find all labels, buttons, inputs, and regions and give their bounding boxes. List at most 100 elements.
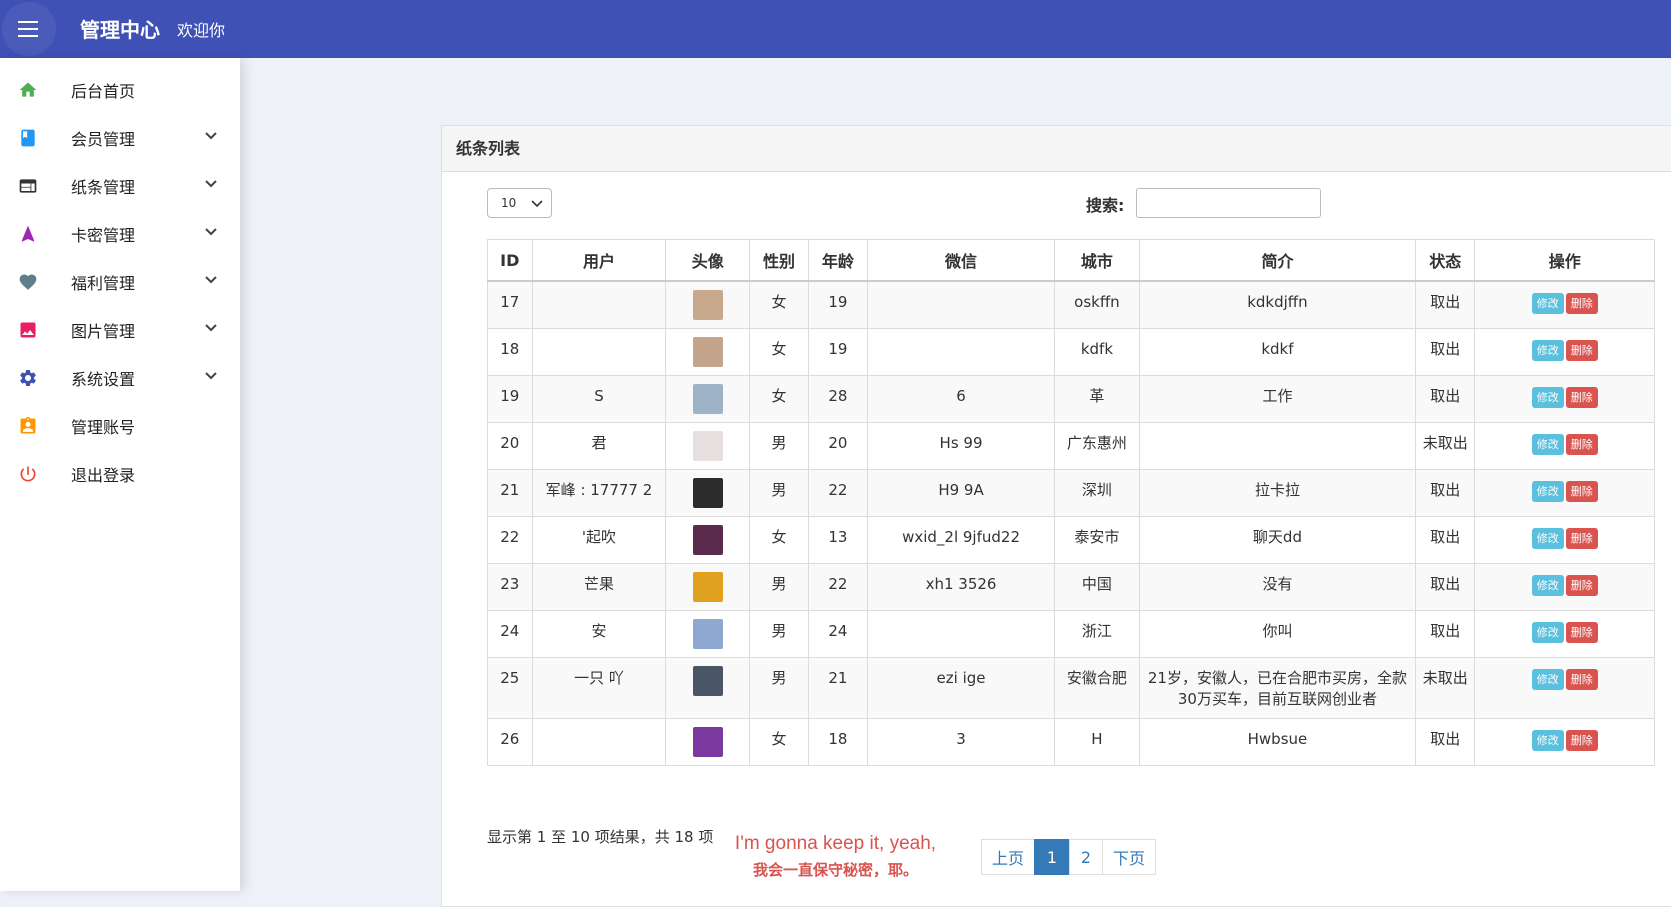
sidebar-item-members[interactable]: 会员管理 xyxy=(0,114,240,162)
cell-city: 浙江 xyxy=(1053,610,1140,658)
heart-icon xyxy=(18,272,38,292)
search-input[interactable] xyxy=(1136,188,1321,218)
delete-button[interactable]: 删除 xyxy=(1565,481,1598,502)
sidebar-item-label: 福利管理 xyxy=(71,274,136,293)
column-header[interactable]: ID xyxy=(487,239,533,282)
edit-button[interactable]: 修改 xyxy=(1531,622,1564,643)
avatar xyxy=(692,478,723,508)
delete-button[interactable]: 删除 xyxy=(1565,622,1598,643)
cell-age: 22 xyxy=(807,563,869,611)
edit-button[interactable]: 修改 xyxy=(1531,387,1564,408)
cell-gender: 女 xyxy=(749,328,809,376)
edit-button[interactable]: 修改 xyxy=(1531,434,1564,455)
avatar-cell xyxy=(665,563,751,611)
delete-button[interactable]: 删除 xyxy=(1565,293,1598,314)
cell-intro xyxy=(1138,422,1416,470)
chevron-down-icon xyxy=(531,200,543,208)
chevron-down-icon xyxy=(205,180,217,188)
edit-button[interactable]: 修改 xyxy=(1531,481,1564,502)
cell-gender: 男 xyxy=(749,657,809,719)
sidebar-item-images[interactable]: 图片管理 xyxy=(0,306,240,354)
chevron-down-icon xyxy=(205,324,217,332)
cell-city: kdfk xyxy=(1053,328,1140,376)
table-row: 20 君男 20 Hs 99 广东惠州 未取出 修改 删除 xyxy=(487,422,1655,470)
edit-button[interactable]: 修改 xyxy=(1531,575,1564,596)
actions-cell: 修改 删除 xyxy=(1474,328,1655,376)
delete-button[interactable]: 删除 xyxy=(1565,730,1598,751)
edit-button[interactable]: 修改 xyxy=(1531,730,1564,751)
search-label: 搜索: xyxy=(1086,196,1125,215)
avatar xyxy=(692,666,723,696)
delete-button[interactable]: 删除 xyxy=(1565,669,1598,690)
cell-city: 广东惠州 xyxy=(1053,422,1140,470)
cell-user xyxy=(531,328,667,376)
cell-user xyxy=(531,718,667,766)
cell-wechat: ezi ige xyxy=(867,657,1055,719)
column-header[interactable]: 用户 xyxy=(531,239,667,282)
avatar xyxy=(692,572,723,602)
column-header[interactable]: 年龄 xyxy=(807,239,869,282)
actions-cell: 修改 删除 xyxy=(1474,516,1655,564)
sidebar-item-cards[interactable]: 卡密管理 xyxy=(0,210,240,258)
cell-city: oskffn xyxy=(1053,280,1140,329)
welcome-text: 欢迎你 xyxy=(177,21,226,40)
table-row: 17 女 19 oskffn kdkdjffn 取出 修改 删除 xyxy=(487,280,1655,329)
delete-button[interactable]: 删除 xyxy=(1565,575,1598,596)
page-length-select[interactable]: 10 xyxy=(487,188,552,218)
column-header[interactable]: 性别 xyxy=(749,239,809,282)
cell-id: 20 xyxy=(487,422,533,470)
sidebar-item-notes[interactable]: 纸条管理 xyxy=(0,162,240,210)
column-header[interactable]: 状态 xyxy=(1414,239,1476,282)
column-header[interactable]: 简介 xyxy=(1138,239,1416,282)
cell-intro: 没有 xyxy=(1138,563,1416,611)
edit-button[interactable]: 修改 xyxy=(1531,528,1564,549)
avatar-cell xyxy=(665,516,751,564)
cell-age: 20 xyxy=(807,422,869,470)
cell-id: 24 xyxy=(487,610,533,658)
column-header[interactable]: 微信 xyxy=(867,239,1055,282)
cell-age: 18 xyxy=(807,718,869,766)
delete-button[interactable]: 删除 xyxy=(1565,387,1598,408)
sidebar-item-admin-account[interactable]: 管理账号 xyxy=(0,402,240,450)
notes-table: ID 用户 头像 性别 年龄 微信 城市 简介 状态 操作 17 女 19 oskff… xyxy=(487,239,1655,766)
cell-gender: 女 xyxy=(749,718,809,766)
cell-status: 未取出 xyxy=(1414,422,1476,470)
actions-cell: 修改 删除 xyxy=(1474,610,1655,658)
delete-button[interactable]: 删除 xyxy=(1565,340,1598,361)
sidebar-item-label: 图片管理 xyxy=(71,322,136,341)
edit-button[interactable]: 修改 xyxy=(1531,293,1564,314)
edit-button[interactable]: 修改 xyxy=(1531,669,1564,690)
column-header[interactable]: 头像 xyxy=(665,239,751,282)
cell-age: 22 xyxy=(807,469,869,517)
cell-id: 25 xyxy=(487,657,533,719)
delete-button[interactable]: 删除 xyxy=(1565,528,1598,549)
avatar xyxy=(692,431,723,461)
cell-age: 24 xyxy=(807,610,869,658)
cell-user: 安 xyxy=(531,610,667,658)
cell-intro: 拉卡拉 xyxy=(1138,469,1416,517)
menu-button[interactable] xyxy=(2,2,56,56)
actions-cell: 修改 删除 xyxy=(1474,718,1655,766)
sidebar-item-logout[interactable]: 退出登录 xyxy=(0,450,240,498)
cell-age: 19 xyxy=(807,328,869,376)
sidebar-item-dashboard[interactable]: 后台首页 xyxy=(0,66,240,114)
sidebar-item-settings[interactable]: 系统设置 xyxy=(0,354,240,402)
notes-panel: 纸条列表 10 搜索: ID 用户 头像 性别 年龄 微信 城市 简介 状态 操… xyxy=(441,125,1671,907)
sidebar-item-welfare[interactable]: 福利管理 xyxy=(0,258,240,306)
cell-city: 革 xyxy=(1053,375,1140,423)
column-header[interactable]: 城市 xyxy=(1053,239,1140,282)
cell-status: 取出 xyxy=(1414,610,1476,658)
cell-user: 军峰 : 17777 2 xyxy=(531,469,667,517)
table-body: 17 女 19 oskffn kdkdjffn 取出 修改 删除 18 女 19 kdfk kdkf 取出… xyxy=(487,280,1655,766)
cell-gender: 男 xyxy=(749,469,809,517)
hamburger-icon xyxy=(18,21,38,37)
cell-city: H xyxy=(1053,718,1140,766)
sidebar-item-label: 系统设置 xyxy=(71,370,136,389)
column-header[interactable]: 操作 xyxy=(1474,239,1655,282)
chevron-down-icon xyxy=(205,132,217,140)
sidebar-item-label: 卡密管理 xyxy=(71,226,136,245)
delete-button[interactable]: 删除 xyxy=(1565,434,1598,455)
edit-button[interactable]: 修改 xyxy=(1531,340,1564,361)
cell-user: 一只 吖 xyxy=(531,657,667,719)
cell-gender: 女 xyxy=(749,280,809,329)
